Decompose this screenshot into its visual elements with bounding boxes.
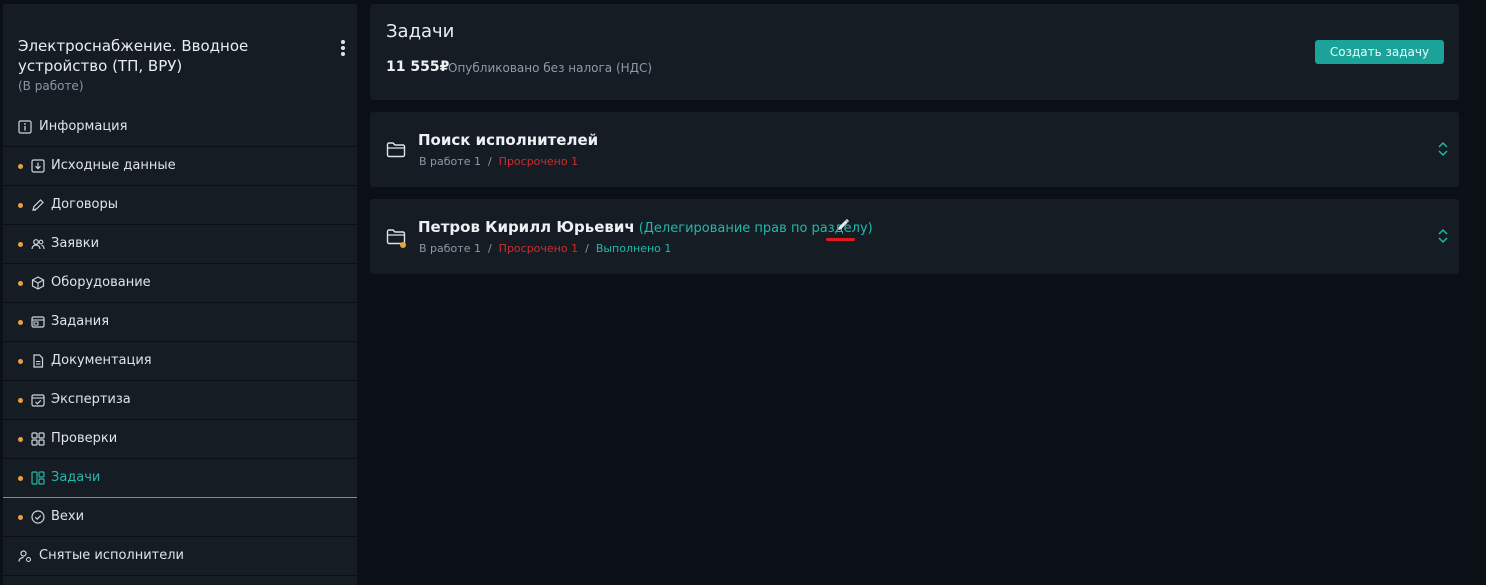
sidebar-item-info[interactable]: Информация (3, 108, 357, 147)
sidebar-item-equipment[interactable]: Оборудование (3, 264, 357, 303)
expand-icon[interactable] (1437, 227, 1449, 245)
project-status: (В работе) (18, 79, 84, 93)
group-title: Петров Кирилл Юрьевич (Делегирование прав… (418, 218, 873, 236)
project-title: Электроснабжение. Вводное устройство (ТП… (18, 37, 249, 75)
annotation-underline (826, 238, 855, 241)
sidebar-item-checks[interactable]: Проверки (3, 420, 357, 459)
grid-icon (31, 432, 45, 446)
create-task-button[interactable]: Создать задачу (1315, 40, 1444, 64)
sidebar-item-label: Задачи (51, 470, 101, 485)
status-dot (18, 242, 23, 247)
status-dot (18, 515, 23, 520)
box-icon (31, 276, 45, 290)
folder-icon (386, 142, 406, 158)
task-group[interactable]: Петров Кирилл Юрьевич (Делегирование прав… (370, 199, 1459, 274)
sidebar-item-assignments[interactable]: Задания (3, 303, 357, 342)
group-stats: В работе 1/Просрочено 1/Выполнено 1 (419, 242, 672, 255)
group-stats: В работе 1/Просрочено 1 (419, 155, 579, 168)
sidebar-item-label: Снятые исполнители (39, 548, 184, 563)
status-dot (18, 398, 23, 403)
sidebar-item-removed-executors[interactable]: Снятые исполнители (3, 537, 357, 576)
sidebar-item-label: Проверки (51, 431, 118, 446)
sidebar-item-label: Вехи (51, 509, 85, 524)
sidebar: Электроснабжение. Вводное устройство (ТП… (3, 4, 357, 585)
info-icon (18, 120, 32, 134)
pen-icon (32, 199, 44, 211)
sidebar-item-label: Документация (51, 353, 152, 368)
task-group[interactable]: Поиск исполнителей В работе 1/Просрочено… (370, 112, 1459, 187)
overdue-count: Просрочено 1 (498, 242, 579, 255)
sidebar-item-label: Информация (39, 119, 128, 134)
status-dot (18, 437, 23, 442)
status-dot (18, 476, 23, 481)
download-box-icon (31, 159, 45, 173)
page-title: Задачи (386, 21, 455, 42)
sidebar-item-expertise[interactable]: Экспертиза (3, 381, 357, 420)
calendar-check-icon (31, 394, 45, 407)
executor-name: Петров Кирилл Юрьевич (418, 218, 635, 236)
amount-note: Опубликовано без налога (НДС) (448, 61, 653, 75)
sidebar-item-milestones[interactable]: Вехи (3, 498, 357, 537)
status-dot (18, 203, 23, 208)
check-circle-icon (31, 510, 45, 524)
done-count: Выполнено 1 (595, 242, 672, 255)
document-icon (33, 354, 44, 368)
user-gear-icon (18, 550, 32, 563)
status-dot (18, 320, 23, 325)
sidebar-item-label: Заявки (51, 236, 100, 251)
sidebar-item-label: Договоры (51, 197, 119, 212)
sidebar-nav: Информация Исходные данные Договоры Заяв… (3, 108, 357, 576)
status-dot (18, 359, 23, 364)
more-options-icon[interactable] (339, 40, 347, 58)
sidebar-item-label: Экспертиза (51, 392, 131, 407)
project-header: Электроснабжение. Вводное устройство (ТП… (18, 36, 318, 93)
board-icon (31, 471, 45, 485)
in-work-count: В работе 1 (419, 155, 481, 168)
users-icon (31, 239, 45, 250)
status-dot (18, 281, 23, 286)
tasks-header: Задачи 11 555₽ Опубликовано без налога (… (370, 4, 1459, 100)
status-dot (400, 242, 406, 248)
status-dot (18, 164, 23, 169)
window-icon (31, 316, 45, 328)
amount-value: 11 555₽ (386, 59, 450, 75)
overdue-count: Просрочено 1 (498, 155, 579, 168)
edit-icon[interactable] (836, 218, 850, 232)
sidebar-item-label: Оборудование (51, 275, 151, 290)
sidebar-item-contracts[interactable]: Договоры (3, 186, 357, 225)
expand-icon[interactable] (1437, 140, 1449, 158)
in-work-count: В работе 1 (419, 242, 481, 255)
sidebar-item-requests[interactable]: Заявки (3, 225, 357, 264)
group-title: Поиск исполнителей (418, 131, 599, 149)
sidebar-item-label: Исходные данные (51, 158, 176, 173)
sidebar-item-source-data[interactable]: Исходные данные (3, 147, 357, 186)
sidebar-item-documentation[interactable]: Документация (3, 342, 357, 381)
sidebar-item-label: Задания (51, 314, 110, 329)
sidebar-item-tasks[interactable]: Задачи (3, 459, 357, 498)
